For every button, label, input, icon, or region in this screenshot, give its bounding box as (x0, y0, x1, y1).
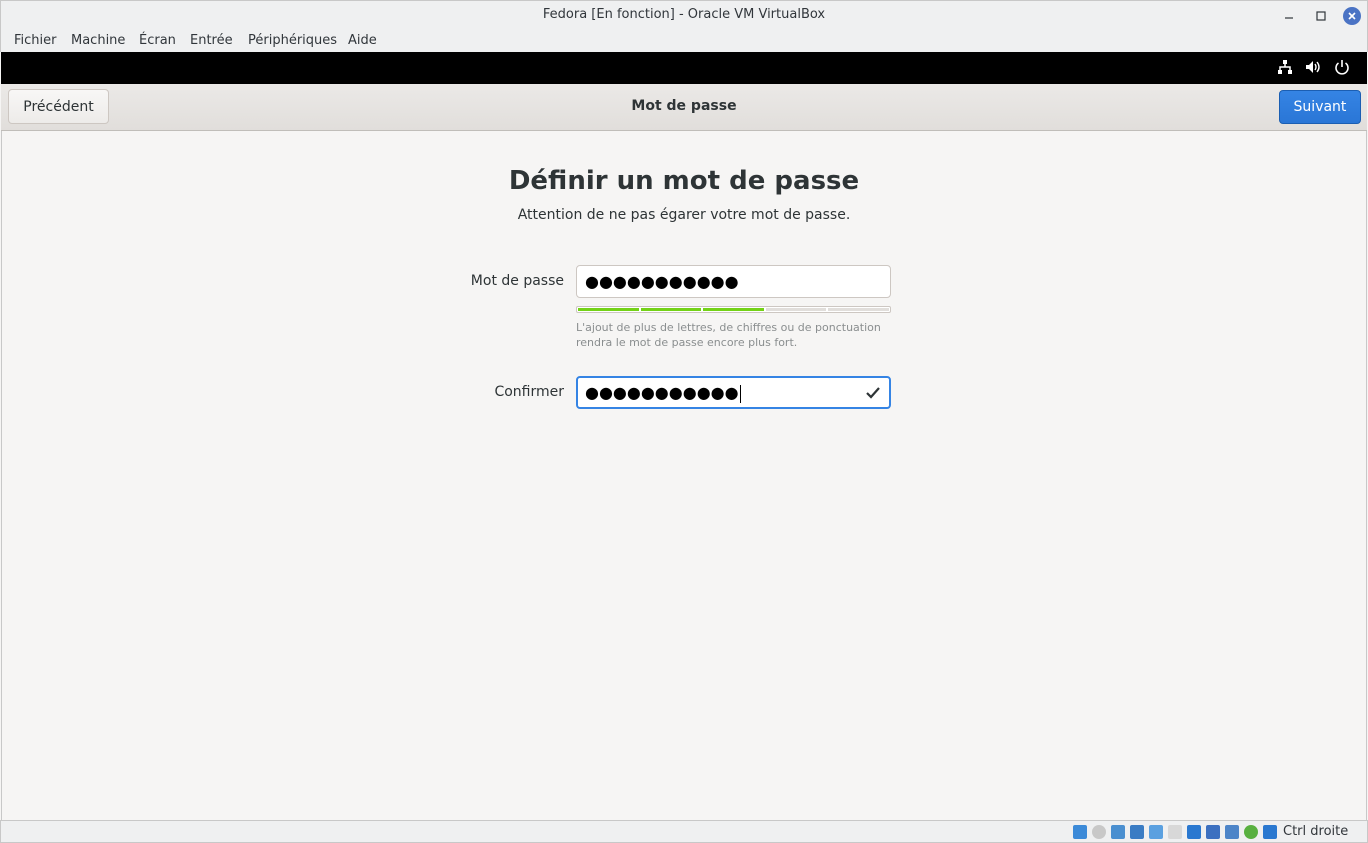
usb-icon[interactable] (1149, 825, 1163, 839)
page-heading: Définir un mot de passe (508, 166, 860, 196)
strength-segment (703, 308, 764, 311)
confirm-label: Confirmer (494, 384, 564, 400)
minimize-icon[interactable] (1279, 6, 1299, 26)
next-button[interactable]: Suivant (1279, 90, 1361, 124)
optical-drive-icon[interactable] (1092, 825, 1106, 839)
text-caret (739, 384, 741, 403)
main-content: Définir un mot de passe Attention de ne … (1, 131, 1367, 820)
host-key-label: Ctrl droite (1283, 824, 1349, 839)
network-icon[interactable] (1276, 58, 1296, 78)
display-icon[interactable] (1187, 825, 1201, 839)
video-capture-icon[interactable] (1206, 825, 1220, 839)
close-icon[interactable] (1343, 7, 1361, 25)
password-label: Mot de passe (470, 273, 564, 289)
menu-ecran[interactable]: Écran (139, 33, 176, 48)
password-field[interactable]: ●●●●●●●●●●● (576, 265, 891, 298)
password-hint: L'ajout de plus de lettres, de chiffres … (576, 321, 881, 349)
network-icon[interactable] (1130, 825, 1144, 839)
menu-peripheriques[interactable]: Périphériques (248, 33, 337, 48)
window-title: Fedora [En fonction] - Oracle VM Virtual… (542, 7, 826, 22)
strength-segment (640, 308, 702, 311)
header-bar: Précédent Mot de passe Suivant (1, 84, 1367, 131)
menu-machine[interactable]: Machine (71, 33, 125, 48)
hard-disk-icon[interactable] (1073, 825, 1087, 839)
page-title: Mot de passe (631, 98, 737, 114)
recording-icon[interactable] (1225, 825, 1239, 839)
guest-additions-icon[interactable] (1244, 825, 1258, 839)
confirm-value-wrap: ●●●●●●●●●●● (585, 383, 741, 403)
menu-entree[interactable]: Entrée (190, 33, 233, 48)
menu-aide[interactable]: Aide (348, 33, 377, 48)
gnome-top-bar (1, 52, 1367, 84)
keyboard-capture-icon[interactable] (1263, 825, 1277, 839)
menubar: Fichier Machine Écran Entrée Périphériqu… (0, 30, 1368, 52)
window-titlebar: Fedora [En fonction] - Oracle VM Virtual… (0, 0, 1368, 30)
checkmark-icon (865, 384, 881, 404)
password-value: ●●●●●●●●●●● (585, 272, 739, 291)
strength-segment (828, 308, 889, 311)
shared-folders-icon[interactable] (1168, 825, 1182, 839)
confirm-field[interactable]: ●●●●●●●●●●● (576, 376, 891, 409)
statusbar: Ctrl droite (0, 820, 1368, 843)
audio-icon[interactable] (1111, 825, 1125, 839)
password-strength-bar (576, 306, 891, 313)
page-subtitle: Attention de ne pas égarer votre mot de … (517, 207, 851, 223)
power-icon[interactable] (1333, 58, 1353, 78)
maximize-icon[interactable] (1311, 6, 1331, 26)
confirm-value: ●●●●●●●●●●● (585, 383, 739, 402)
strength-segment (578, 308, 639, 311)
volume-icon[interactable] (1304, 58, 1324, 78)
menu-fichier[interactable]: Fichier (14, 33, 57, 48)
strength-segment (765, 308, 827, 311)
